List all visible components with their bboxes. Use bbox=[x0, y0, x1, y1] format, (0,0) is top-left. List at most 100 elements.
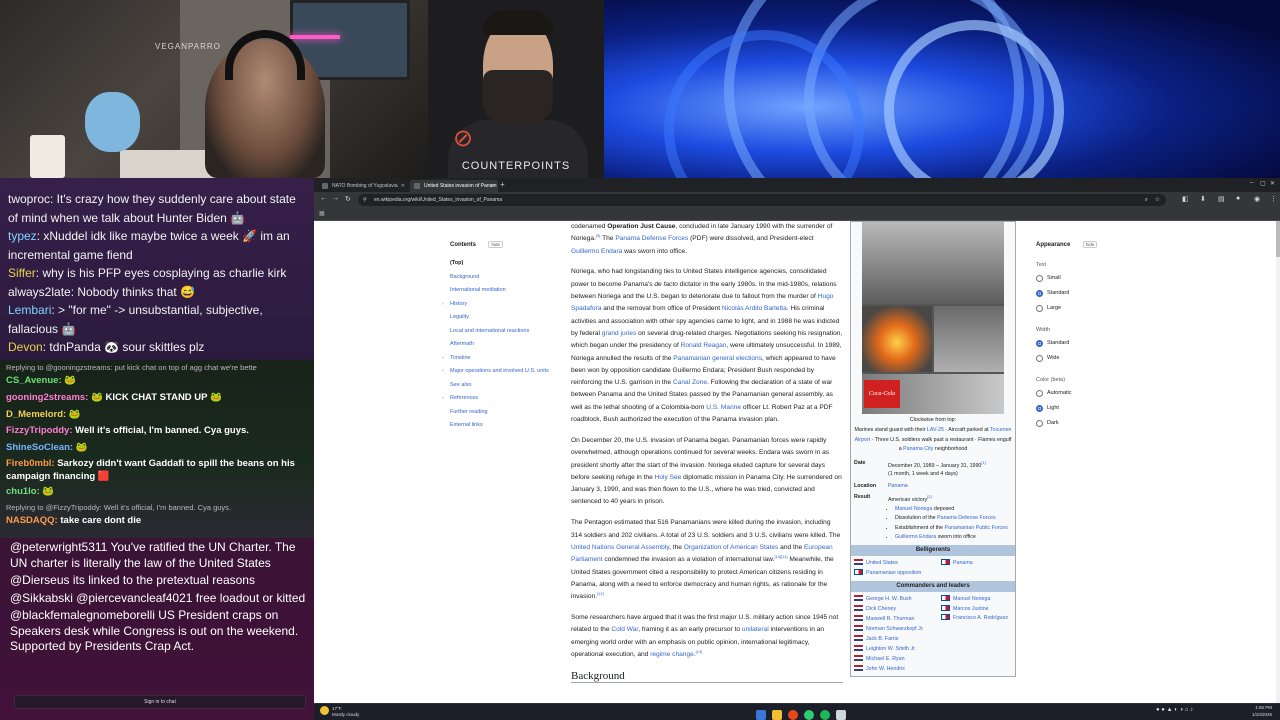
chrome-icon[interactable] bbox=[788, 710, 798, 720]
commander[interactable]: Leighton W. Smith Jr. bbox=[854, 644, 924, 654]
app-icon[interactable] bbox=[804, 710, 814, 720]
commander[interactable]: Francisco A. Rodríguez bbox=[941, 614, 1013, 623]
new-tab-icon[interactable]: + bbox=[500, 180, 505, 189]
link[interactable]: U.S. Marine bbox=[706, 404, 741, 411]
link[interactable]: Panama City bbox=[903, 446, 933, 452]
section-heading: Background bbox=[571, 670, 843, 684]
back-icon[interactable]: ← bbox=[320, 195, 327, 202]
link[interactable]: United Nations General Assembly bbox=[571, 544, 669, 551]
toc-item-history[interactable]: › History bbox=[442, 298, 560, 312]
downloads-icon[interactable]: ⬇ bbox=[1200, 195, 1206, 203]
link[interactable]: LAV-25 bbox=[927, 427, 944, 433]
appearance-hide-button[interactable]: hide bbox=[1082, 241, 1098, 248]
link[interactable]: Nicolás Ardito Barletta bbox=[722, 305, 787, 312]
extension-icon[interactable]: ◧ bbox=[1182, 195, 1189, 203]
radio-color-dark[interactable]: Dark bbox=[1036, 416, 1146, 431]
toc-item-major-operations[interactable]: › Major operations and involved U.S. unit… bbox=[442, 368, 560, 376]
toc-item-international-mediation[interactable]: International mediation bbox=[450, 284, 560, 298]
minimize-icon[interactable]: – bbox=[1250, 180, 1253, 186]
commander[interactable]: Jack B. Farris bbox=[854, 634, 924, 644]
link[interactable]: Panama Defense Forces bbox=[615, 235, 688, 242]
toc-item-references[interactable]: › References bbox=[442, 392, 560, 406]
close-window-icon[interactable]: ✕ bbox=[1270, 180, 1275, 187]
apps-grid-icon[interactable]: ▦ bbox=[319, 210, 325, 217]
commander[interactable]: George H. W. Bush bbox=[854, 594, 924, 604]
guest-brand: COUNTERPOINTS bbox=[461, 160, 571, 172]
toc-item-timeline[interactable]: › Timeline bbox=[442, 352, 560, 366]
link[interactable]: unilateral bbox=[742, 626, 769, 633]
commander[interactable]: Manuel Noriega bbox=[941, 594, 1013, 604]
commander[interactable]: Norman Schwarzkopf Jr. bbox=[854, 624, 924, 634]
commander[interactable]: Michael E. Ryan bbox=[854, 654, 924, 664]
link[interactable]: Panama bbox=[888, 483, 908, 489]
radio-width-standard[interactable]: Standard bbox=[1036, 336, 1146, 351]
tab-nato[interactable]: NATO Bombing of Yugoslavia ✕ bbox=[318, 180, 408, 192]
chat-message: Devon: tdnPanda 🐼 sour skittles plz bbox=[8, 340, 205, 354]
page-scrollbar[interactable] bbox=[1276, 221, 1280, 703]
link[interactable]: Guillermo Endara bbox=[571, 248, 622, 255]
toc-hide-button[interactable]: hide bbox=[488, 241, 503, 248]
link[interactable]: Panamanian general elections bbox=[673, 355, 762, 362]
scrollbar-thumb[interactable] bbox=[1276, 221, 1280, 257]
weather-widget[interactable]: 17°F Mostly cloudy bbox=[320, 706, 359, 718]
steam-icon[interactable] bbox=[836, 710, 846, 720]
link[interactable]: Ronald Reagan bbox=[681, 342, 727, 349]
radio-text-small[interactable]: Small bbox=[1036, 271, 1146, 286]
radio-color-light[interactable]: Light bbox=[1036, 401, 1146, 416]
paragraph: On December 20, the U.S. invasion of Pan… bbox=[571, 436, 842, 506]
tab-panama[interactable]: United States invasion of Panam ✕ bbox=[410, 180, 498, 192]
account-icon[interactable]: ◉ bbox=[1254, 195, 1260, 203]
maximize-icon[interactable]: ▢ bbox=[1260, 180, 1266, 187]
close-tab-icon[interactable]: ✕ bbox=[401, 180, 405, 192]
menu-icon[interactable]: ⋮ bbox=[1270, 195, 1277, 203]
bookmark-star-icon[interactable]: ☆ bbox=[1155, 194, 1160, 206]
chevron-right-icon[interactable]: › bbox=[442, 392, 444, 406]
reload-icon[interactable]: ↻ bbox=[345, 195, 351, 203]
commander[interactable]: Marcos Justine bbox=[941, 604, 1013, 614]
radio-width-wide[interactable]: Wide bbox=[1036, 351, 1146, 366]
radio-color-automatic[interactable]: Automatic bbox=[1036, 386, 1146, 401]
toc-item-top[interactable]: (Top) bbox=[450, 257, 560, 271]
link[interactable]: Canal Zone bbox=[673, 379, 707, 386]
chevron-right-icon[interactable]: › bbox=[442, 368, 444, 376]
belligerent-opposition[interactable]: Panamanian opposition bbox=[854, 568, 921, 578]
link[interactable]: grand juries bbox=[602, 330, 636, 337]
search-icon[interactable]: ⌕ bbox=[1145, 194, 1148, 206]
close-tab-icon[interactable]: ✕ bbox=[491, 180, 495, 192]
link[interactable]: Cold War bbox=[611, 626, 638, 633]
file-explorer-icon[interactable] bbox=[772, 710, 782, 720]
commander[interactable]: Dick Cheney bbox=[854, 604, 924, 614]
start-icon[interactable] bbox=[756, 710, 766, 720]
link[interactable]: regime change bbox=[650, 651, 694, 658]
sign-in-button[interactable]: Sign in to chat bbox=[14, 695, 306, 709]
table-of-contents: Contents hide (Top) Background Internati… bbox=[442, 233, 560, 433]
spotify-icon[interactable] bbox=[820, 710, 830, 720]
toc-item-further-reading[interactable]: Further reading bbox=[450, 406, 560, 420]
site-info-icon[interactable]: ⚲ bbox=[363, 194, 367, 206]
sidepanel-icon[interactable]: ▤ bbox=[1218, 195, 1225, 203]
commander[interactable]: John W. Hendrix bbox=[854, 664, 924, 674]
belligerents-header: Belligerents bbox=[851, 544, 1015, 556]
system-tray[interactable]: ● ● ▲ ◐ ◑ ⌂ ♪ bbox=[1156, 707, 1193, 713]
chevron-right-icon[interactable]: › bbox=[442, 352, 444, 366]
belligerent-panama[interactable]: Panama bbox=[941, 558, 973, 568]
radio-text-large[interactable]: Large bbox=[1036, 301, 1146, 316]
belligerent-us[interactable]: United States bbox=[854, 558, 921, 568]
profile-icon[interactable]: ● bbox=[1236, 195, 1240, 202]
link[interactable]: Organization of American States bbox=[684, 544, 779, 551]
toc-item-external-links[interactable]: External links bbox=[450, 419, 560, 433]
address-bar[interactable]: ⚲ en.wikipedia.org/wiki/United_States_in… bbox=[358, 194, 1166, 206]
infobox-photo-montage[interactable]: Coca-Cola bbox=[862, 222, 1004, 414]
chevron-right-icon[interactable]: › bbox=[442, 298, 444, 312]
toc-item-legality[interactable]: Legality bbox=[450, 311, 560, 325]
radio-text-standard[interactable]: Standard bbox=[1036, 286, 1146, 301]
link[interactable]: Holy See bbox=[655, 474, 682, 481]
us-flag-icon bbox=[854, 559, 863, 566]
toc-item-background[interactable]: Background bbox=[450, 271, 560, 285]
forward-icon[interactable]: → bbox=[332, 195, 339, 202]
clock[interactable]: 1:55 PM 1/10/2026 bbox=[1252, 705, 1272, 718]
toc-item-aftermath[interactable]: Aftermath bbox=[450, 338, 560, 352]
toc-item-reactions[interactable]: Local and international reactions bbox=[450, 325, 560, 339]
commander[interactable]: Maxwell R. Thurman bbox=[854, 614, 924, 624]
toc-item-see-also[interactable]: See also bbox=[450, 379, 560, 393]
